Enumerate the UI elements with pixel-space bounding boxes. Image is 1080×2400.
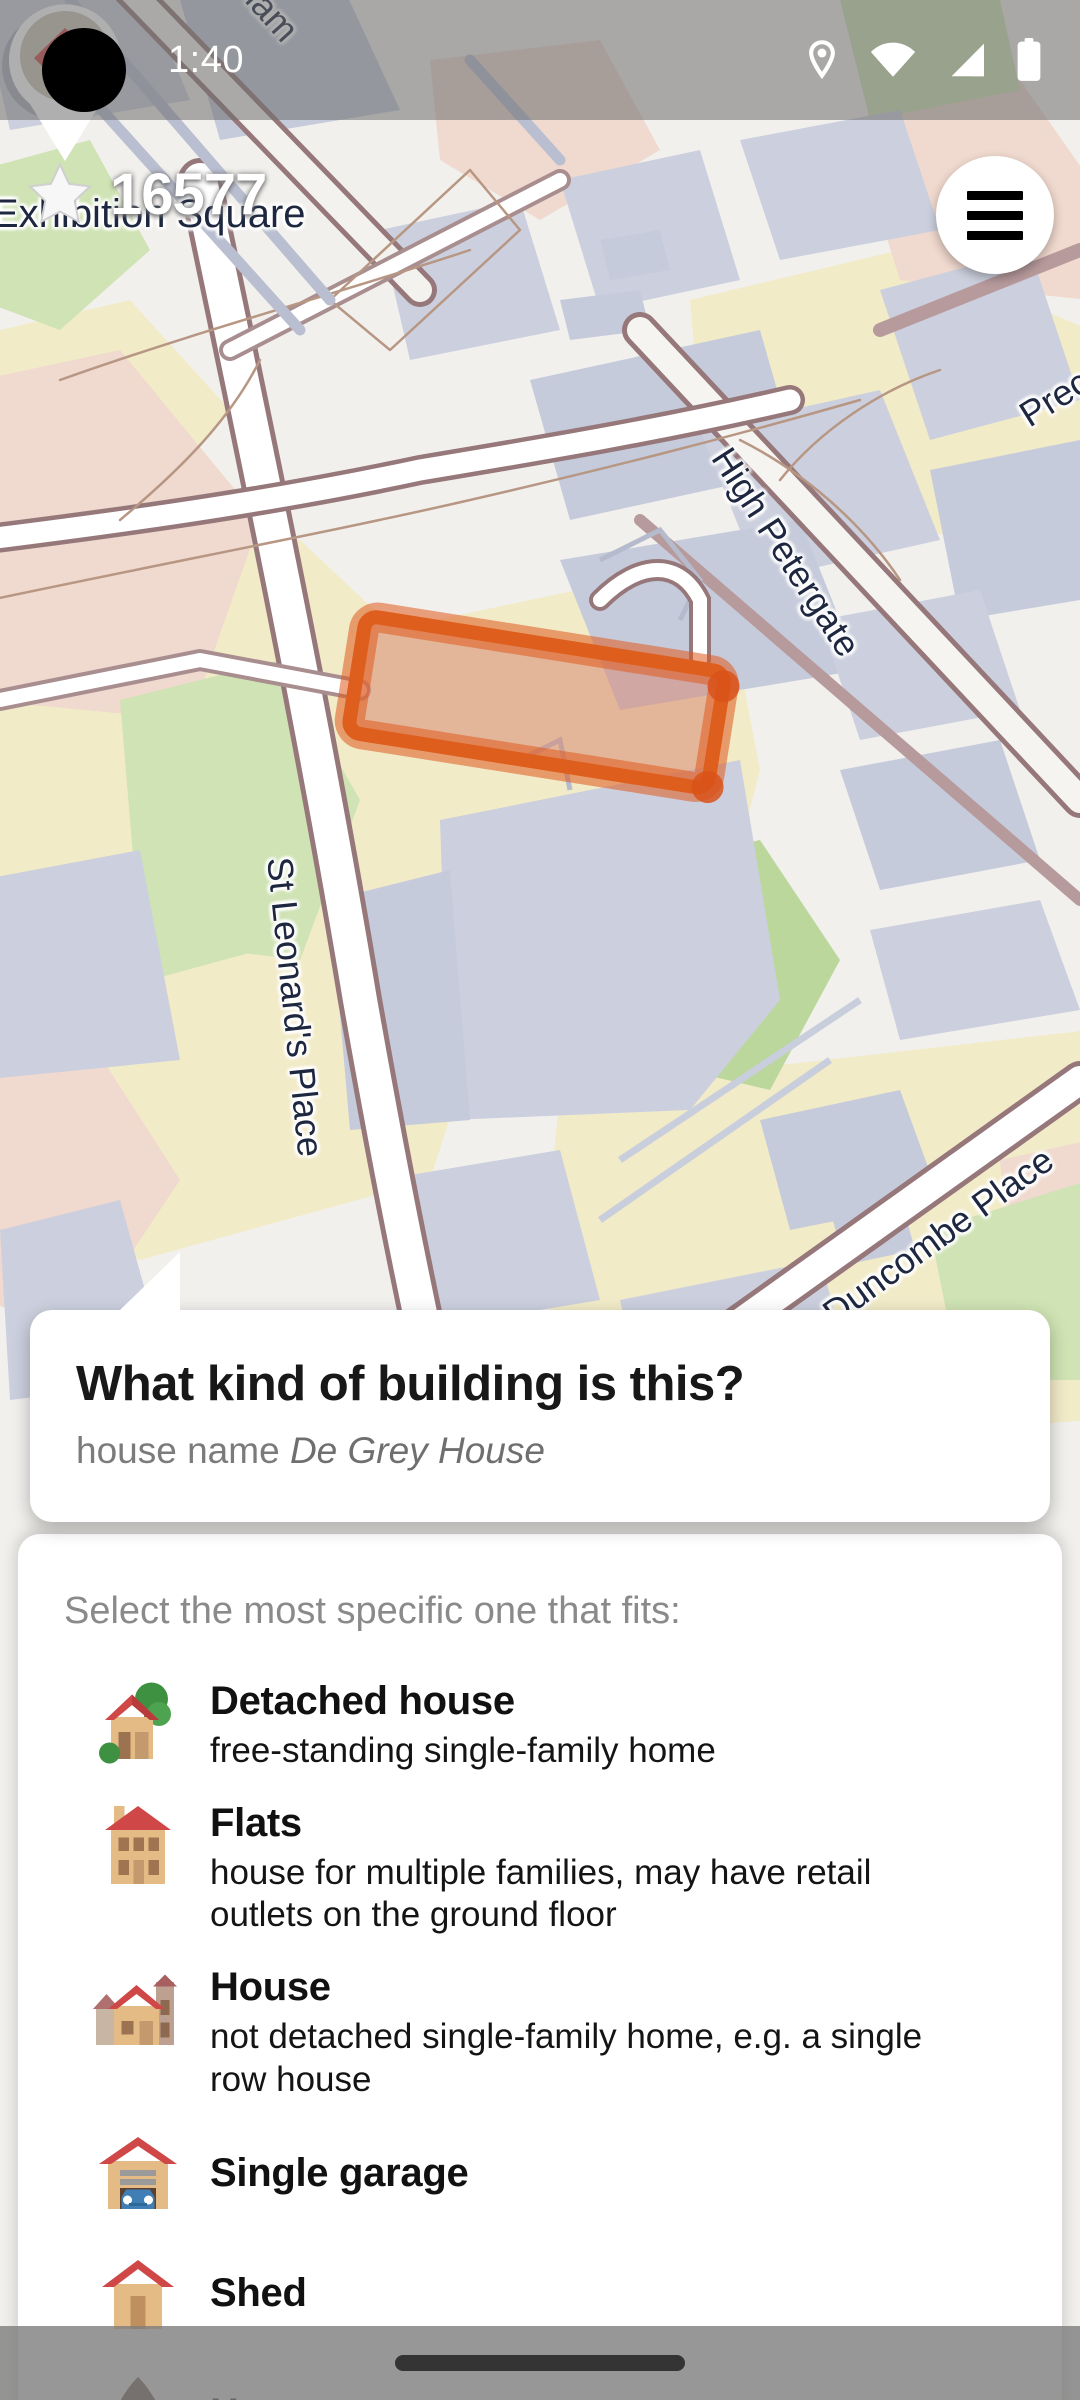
status-time: 1:40 [168, 39, 244, 81]
answer-option-flats[interactable]: Flats house for multiple families, may h… [18, 1785, 1062, 1949]
answer-label: Flats [210, 1800, 302, 1845]
question-meta: house name De Grey House [76, 1430, 1004, 1472]
location-pin-icon [809, 40, 835, 80]
question-title: What kind of building is this? [76, 1357, 745, 1411]
star-icon [27, 162, 93, 224]
battery-icon [1017, 38, 1041, 81]
system-navigation-bar [0, 2326, 1080, 2400]
answer-sheet: Select the most specific one that fits: [18, 1534, 1062, 2400]
answer-label: Single garage [210, 2150, 469, 2195]
answer-label: House [210, 1965, 331, 2010]
answer-text: Detached house free-standing single-fami… [210, 1675, 1016, 1773]
status-bar: 1:40 [0, 0, 1080, 120]
hamburger-menu-icon [967, 190, 1023, 240]
answer-desc: not detached single-family home, e.g. a … [210, 2017, 923, 2099]
answer-list: Detached house free-standing single-fami… [18, 1663, 1062, 2400]
score-value: 16577 [110, 161, 267, 227]
answer-hint: Select the most specific one that fits: [64, 1590, 681, 1632]
house-icon [90, 1961, 186, 2057]
answer-text: House not detached single-family home, e… [210, 1961, 1016, 2101]
wifi-icon [870, 42, 916, 77]
speech-bubble-tail [120, 1252, 180, 1310]
question-meta-key: house name [76, 1430, 280, 1471]
cellular-signal-icon [951, 43, 984, 77]
question-card: What kind of building is this? house nam… [30, 1252, 1050, 1522]
hamburger-menu-button[interactable] [936, 156, 1054, 274]
answer-option-single-garage[interactable]: Single garage [18, 2113, 1062, 2233]
answer-desc: free-standing single-family home [210, 1731, 716, 1770]
answer-option-detached-house[interactable]: Detached house free-standing single-fami… [18, 1663, 1062, 1785]
app-root: .bld { fill:#ccd0de; } .bld2 { fill:#c6c… [0, 0, 1080, 2400]
answer-text: Shed [210, 2271, 1016, 2316]
answer-text: Flats house for multiple families, may h… [210, 1797, 1016, 1937]
answer-text: Single garage [210, 2151, 1016, 2196]
score-display[interactable]: 16577 [26, 160, 267, 228]
answer-option-house[interactable]: House not detached single-family home, e… [18, 1949, 1062, 2113]
answer-desc: house for multiple families, may have re… [210, 1852, 872, 1935]
question-meta-value: De Grey House [289, 1430, 545, 1471]
detached-house-icon [90, 1675, 186, 1771]
camera-cutout [42, 28, 126, 112]
answer-label: Detached house [210, 1679, 515, 1723]
flats-icon [90, 1797, 186, 1893]
answer-label: Shed [210, 2270, 307, 2315]
status-icons [804, 0, 1042, 120]
single-garage-icon [90, 2125, 186, 2221]
gesture-handle[interactable] [395, 2355, 685, 2371]
